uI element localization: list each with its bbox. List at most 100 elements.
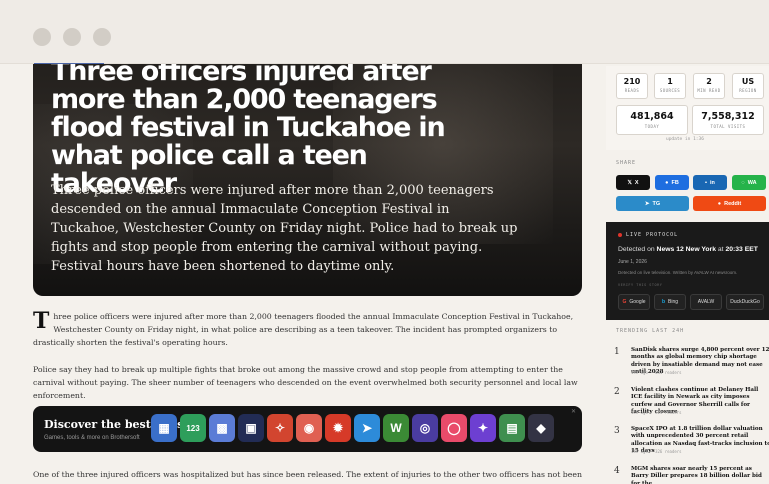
trending-meta: 14h ago · 326 readers (631, 449, 682, 454)
verify-bing-button[interactable]: b Bing (654, 294, 686, 310)
whatsapp-icon: ◌ (741, 179, 745, 186)
donut-icon[interactable]: ◯ (441, 414, 467, 442)
article-paragraph: Police say they had to break up multiple… (33, 365, 578, 400)
share-reddit-button[interactable]: ● Reddit (693, 196, 766, 211)
share-tg-label: TG (652, 200, 661, 207)
share-heading: SHARE (616, 160, 637, 166)
article-summary: Three police officers were injured after… (51, 183, 518, 274)
share-whatsapp-button[interactable]: ◌ WA (732, 175, 766, 190)
flame-game-icon[interactable]: ✹ (325, 414, 351, 442)
drop-cap: T (33, 308, 50, 334)
article-body: Three police officers were injured after… (33, 310, 583, 402)
lens-icon[interactable]: ◎ (412, 414, 438, 442)
verify-avalw-label: AVALW (697, 299, 715, 305)
notes-icon[interactable]: ▤ (499, 414, 525, 442)
stat-label: READS (624, 88, 640, 93)
stat-label: REGION (739, 88, 757, 93)
live-detection-line: Detected on News 12 New York at 20:33 EE… (618, 246, 758, 253)
share-fb-label: FB (671, 179, 679, 186)
window-minimize-dot[interactable] (63, 28, 81, 46)
trending-rank: 4 (614, 466, 620, 476)
stat-label: MIN READ (697, 88, 721, 93)
grid-game-icon[interactable]: ▩ (209, 414, 235, 442)
share-linkedin-button[interactable]: ▪ in (693, 175, 727, 190)
article-paragraph: One of the three injured officers was ho… (33, 470, 583, 479)
verify-avalw-button[interactable]: AVALW (690, 294, 722, 310)
close-icon[interactable]: ✕ (571, 408, 576, 415)
x-logo-icon: 𝕏 (627, 179, 632, 186)
stat-total-visits: 7,558,312 TOTAL VISITS (692, 105, 764, 135)
live-time: 20:33 EET (725, 246, 758, 253)
trending-meta: 19h ago · 641 readers (631, 370, 682, 375)
verify-google-button[interactable]: G Google (618, 294, 650, 310)
trending-title[interactable]: MGM shares soar nearly 15 percent as Bar… (631, 466, 769, 484)
live-badge: LIVE PROTOCOL (618, 232, 678, 238)
stat-value: 1 (667, 77, 673, 86)
stat-sources: 1 SOURCES (654, 73, 686, 99)
fingerprint-icon[interactable]: ◉ (296, 414, 322, 442)
share-reddit-label: Reddit (724, 200, 742, 207)
stat-value: US (741, 77, 755, 86)
window-maximize-dot[interactable] (93, 28, 111, 46)
app-promo-banner[interactable]: Discover the best apps Games, tools & mo… (33, 406, 582, 452)
stat-value: 7,558,312 (701, 111, 755, 122)
arrow-icon[interactable]: ➤ (354, 414, 380, 442)
window-titlebar (0, 0, 769, 64)
letters-icon[interactable]: W (383, 414, 409, 442)
stat-label: TOTAL VISITS (710, 124, 746, 129)
stat-value: 2 (706, 77, 712, 86)
stat-label: SOURCES (659, 88, 681, 93)
share-in-label: in (710, 179, 715, 186)
paragraph-text: hree police officers were injured after … (33, 312, 574, 347)
telegram-icon: ➤ (644, 200, 650, 207)
stats-update-timer: update in 1:36 (666, 137, 704, 142)
verify-heading: VERIFY THIS STORY (618, 283, 663, 287)
linkedin-icon: ▪ (705, 179, 708, 186)
stat-today: 481,864 TODAY (616, 105, 688, 135)
live-badge-label: LIVE PROTOCOL (626, 232, 679, 238)
compass-icon[interactable]: ✧ (267, 414, 293, 442)
stat-value: 210 (623, 77, 641, 86)
verify-duckduckgo-label: DuckDuckGo (730, 299, 760, 305)
google-icon: G (622, 299, 627, 305)
trending-meta: 15h ago · 524 readers (631, 410, 682, 415)
stat-label: TODAY (644, 124, 660, 129)
number-puzzle-icon[interactable]: 123 (180, 414, 206, 442)
trending-rank: 3 (614, 426, 620, 436)
stat-region: US REGION (732, 73, 764, 99)
live-source: News 12 New York (656, 246, 716, 253)
stat-value: 481,864 (630, 111, 674, 122)
bing-icon: b (661, 299, 666, 305)
promo-app-icons: ▦ 123 ▩ ▣ ✧ ◉ ✹ ➤ W ◎ ◯ ✦ ▤ ◆ (151, 414, 554, 444)
live-note: Detected on live television. Written by … (618, 270, 738, 275)
hero-card: Three officers injured after more than 2… (33, 64, 582, 296)
article-headline: Three officers injured after more than 2… (51, 64, 446, 199)
share-x-label: X (634, 179, 639, 186)
article-stats-panel: 210 READS 1 SOURCES 2 MIN READ US REGION… (606, 66, 769, 150)
stat-reads: 210 READS (616, 73, 648, 99)
live-dot-icon (618, 232, 622, 237)
verify-duckduckgo-button[interactable]: DuckDuckGo (726, 294, 764, 310)
live-date: June 1, 2026 (618, 259, 647, 265)
window-close-dot[interactable] (33, 28, 51, 46)
trending-heading: TRENDING LAST 24H (616, 328, 685, 334)
detected-prefix: Detected on (618, 246, 657, 253)
blue-shop-icon[interactable]: ▦ (151, 414, 177, 442)
trending-rank: 1 (614, 347, 620, 357)
promo-subtitle: Games, tools & more on Brothersoft (44, 435, 140, 441)
share-facebook-button[interactable]: ● FB (655, 175, 689, 190)
live-protocol-panel: LIVE PROTOCOL Detected on News 12 New Yo… (606, 222, 769, 320)
reddit-icon: ● (717, 200, 722, 207)
article-paragraph: Three police officers were injured after… (33, 310, 583, 349)
verify-bing-label: Bing (668, 299, 679, 305)
star-app-icon[interactable]: ✦ (470, 414, 496, 442)
verify-google-label: Google (629, 299, 646, 305)
trending-rank: 2 (614, 387, 620, 397)
share-wa-label: WA (747, 179, 757, 186)
photo-frame-icon[interactable]: ▣ (238, 414, 264, 442)
share-telegram-button[interactable]: ➤ TG (616, 196, 689, 211)
faded-app-icon[interactable]: ◆ (528, 414, 554, 442)
share-x-button[interactable]: 𝕏X (616, 175, 650, 190)
stat-min-read: 2 MIN READ (693, 73, 725, 99)
facebook-icon: ● (665, 179, 669, 186)
